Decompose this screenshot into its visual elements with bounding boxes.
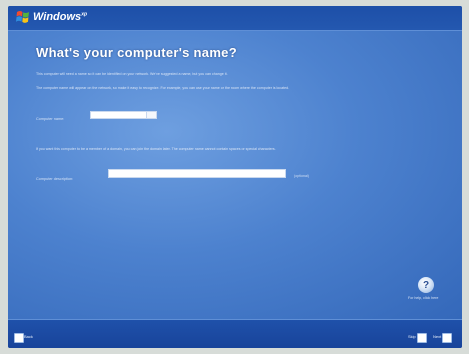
next-label[interactable]: Next (433, 334, 441, 339)
skip-button[interactable] (417, 333, 427, 343)
page-title: What's your computer's name? (36, 45, 237, 60)
setup-screen: Windowsxp What's your computer's name? T… (8, 6, 462, 348)
intro-text: This computer will need a name so it can… (36, 72, 228, 76)
content-area: What's your computer's name? This comput… (8, 31, 462, 319)
instruction-text: The computer name will appear on the net… (36, 86, 290, 90)
back-button[interactable] (14, 333, 24, 343)
computer-name-label: Computer name: (36, 117, 65, 121)
help-label[interactable]: For help, click here (408, 296, 438, 300)
top-bar: Windowsxp (8, 6, 462, 31)
description-info-text: If you want this computer to be a member… (36, 147, 276, 151)
computer-name-field-end (146, 111, 157, 119)
skip-label[interactable]: Skip (408, 334, 416, 339)
back-label[interactable]: Back (24, 334, 33, 339)
brand-name: Windowsxp (33, 11, 88, 23)
computer-description-label: Computer description: (36, 177, 74, 181)
windows-logo: Windowsxp (16, 10, 87, 24)
windows-flag-icon (16, 11, 29, 23)
computer-description-field[interactable] (108, 169, 286, 178)
next-button[interactable] (442, 333, 452, 343)
help-icon[interactable]: ? (418, 277, 434, 293)
optional-hint: (optional) (294, 174, 309, 178)
bottom-bar: Back Skip Next (8, 319, 462, 348)
